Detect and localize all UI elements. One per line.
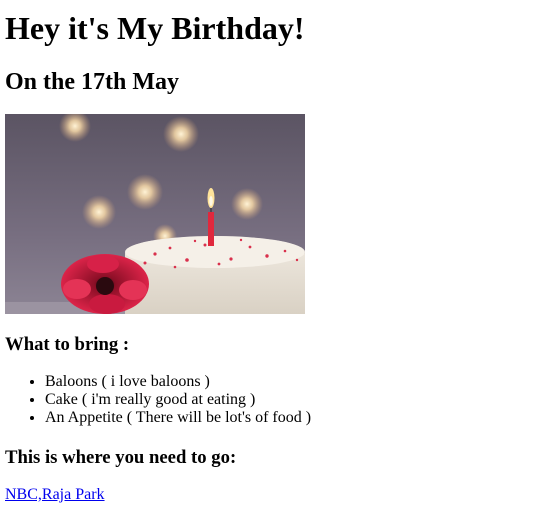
list-item: An Appetite ( There will be lot's of foo… — [45, 409, 311, 427]
bokeh-light — [127, 174, 163, 210]
birthday-cake-image — [5, 114, 305, 314]
list-item: Baloons ( i love baloons ) — [45, 373, 311, 391]
event-date: On the 17th May — [5, 69, 179, 95]
page-title: Hey it's My Birthday! — [5, 10, 305, 46]
list-item: Cake ( i'm really good at eating ) — [45, 391, 311, 409]
location-heading: This is where you need to go: — [5, 447, 237, 468]
location-link[interactable]: NBC,Raja Park — [5, 486, 105, 504]
bokeh-light — [231, 188, 263, 220]
bring-list: Baloons ( i love baloons ) Cake ( i'm re… — [5, 373, 311, 427]
bokeh-light — [163, 116, 199, 152]
bring-heading: What to bring : — [5, 334, 130, 355]
candle — [208, 212, 214, 246]
gerbera-flower — [61, 254, 149, 314]
bokeh-light — [82, 195, 116, 229]
